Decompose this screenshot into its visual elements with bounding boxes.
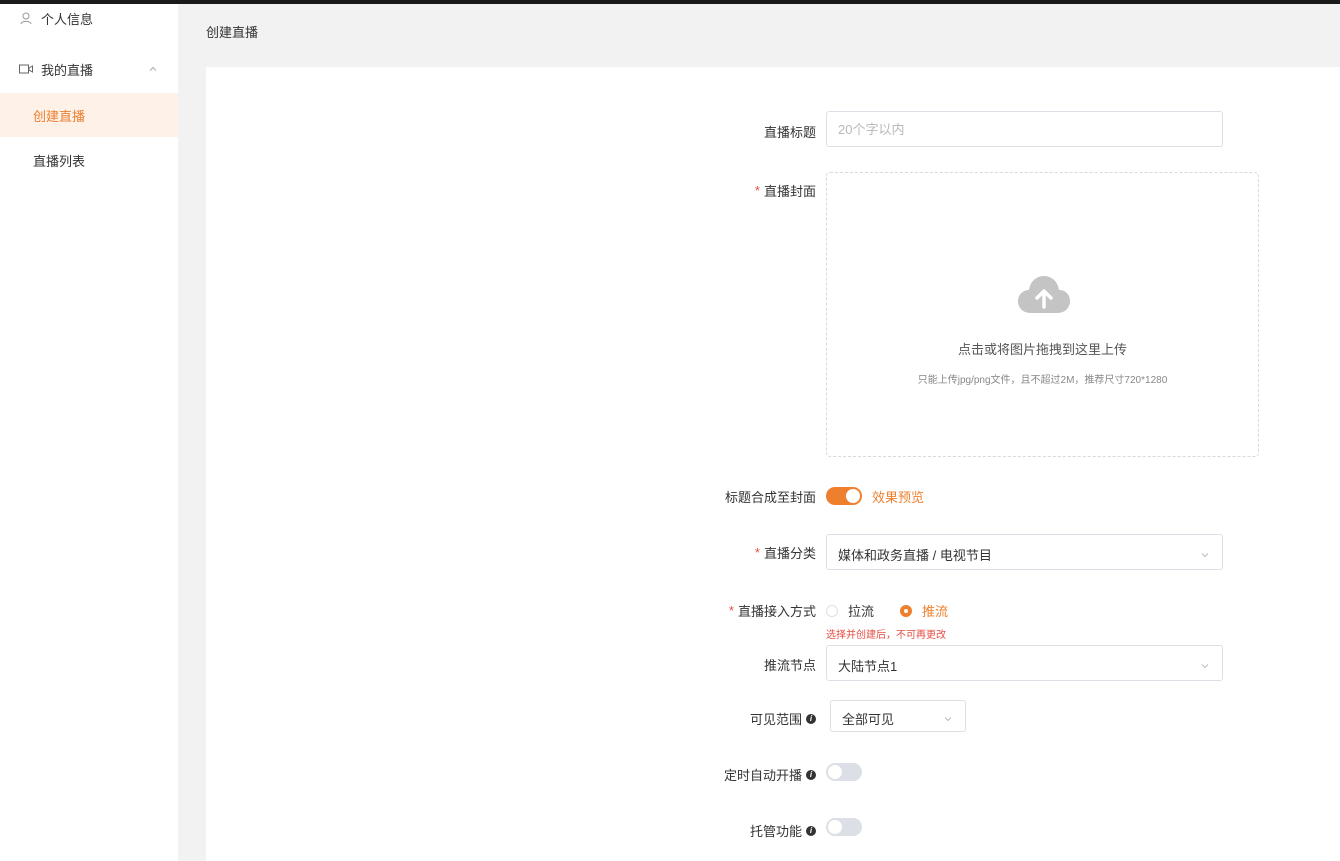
access-mode-label-text: 直播接入方式 [737, 604, 816, 619]
access-mode-hint: 选择并创建后，不可再更改 [826, 630, 946, 641]
title-merge-switch[interactable] [826, 487, 862, 505]
required-asterisk: * [754, 183, 760, 198]
visibility-select[interactable]: 全部可见 [830, 700, 966, 732]
category-select-value: 媒体和政务直播 / 电视节目 [838, 548, 992, 563]
chevron-down-icon [943, 712, 953, 722]
radio-push[interactable]: 推流 [900, 601, 948, 620]
upload-hint: 只能上传jpg/png文件，且不超过2M，推荐尺寸720*1280 [917, 375, 1168, 386]
sidebar-group-my-live[interactable]: 我的直播 [0, 47, 178, 91]
sidebar: 个人信息 我的直播 创建直播 直播列表 [0, 4, 178, 861]
cloud-upload-icon [1017, 273, 1071, 317]
info-icon[interactable]: i [806, 825, 816, 836]
cover-upload-area[interactable]: 点击或将图片拖拽到这里上传 只能上传jpg/png文件，且不超过2M，推荐尺寸7… [826, 172, 1259, 457]
title-label: 直播标题 [764, 122, 816, 141]
upload-text: 点击或将图片拖拽到这里上传 [957, 342, 1127, 357]
info-icon[interactable]: i [806, 769, 816, 780]
sidebar-item-create-live[interactable]: 创建直播 [0, 93, 178, 137]
push-node-label-text: 推流节点 [763, 658, 816, 673]
hosting-label-text: 托管功能 [749, 824, 802, 839]
sidebar-item-label: 个人信息 [41, 11, 94, 27]
cover-label-text: 直播封面 [763, 184, 816, 199]
visibility-label-text: 可见范围 [749, 712, 802, 727]
scheduled-start-switch[interactable] [826, 763, 862, 781]
sidebar-item-label: 创建直播 [33, 108, 86, 124]
category-label: * 直播分类 [755, 543, 816, 562]
hosting-switch[interactable] [826, 818, 862, 836]
preview-link[interactable]: 效果预览 [872, 487, 924, 506]
title-merge-label: 标题合成至封面 [725, 487, 816, 506]
visibility-select-value: 全部可见 [842, 712, 895, 727]
main-content: 创建直播 直播标题 * 直播封面 点击或将图片拖拽到这里上传 只能上传jpg/p… [178, 4, 1340, 861]
required-asterisk: * [754, 545, 760, 560]
sidebar-item-live-list[interactable]: 直播列表 [0, 138, 178, 182]
title-label-text: 直播标题 [763, 125, 816, 140]
push-node-select-value: 大陆节点1 [838, 659, 898, 674]
page-title: 创建直播 [206, 25, 259, 40]
radio-circle [900, 604, 912, 617]
switch-knob [828, 820, 842, 834]
sidebar-item-label: 直播列表 [33, 153, 86, 169]
chevron-down-icon [1200, 659, 1210, 669]
sidebar-item-label: 我的直播 [41, 62, 94, 78]
push-node-label: 推流节点 [764, 655, 816, 674]
user-icon [19, 11, 33, 25]
switch-knob [846, 489, 860, 503]
title-merge-label-text: 标题合成至封面 [724, 490, 816, 505]
visibility-label: 可见范围 i [750, 709, 816, 728]
radio-label: 推流 [922, 604, 949, 619]
push-node-select[interactable]: 大陆节点1 [826, 645, 1223, 681]
sidebar-item-profile[interactable]: 个人信息 [0, 0, 178, 40]
cover-label: * 直播封面 [755, 181, 816, 200]
category-select[interactable]: 媒体和政务直播 / 电视节目 [826, 534, 1223, 570]
create-live-form: 直播标题 * 直播封面 点击或将图片拖拽到这里上传 只能上传jpg/png文件，… [206, 67, 1340, 861]
switch-knob [828, 765, 842, 779]
radio-label: 拉流 [848, 604, 875, 619]
video-camera-icon [19, 62, 33, 76]
title-input-wrapper [826, 111, 1223, 147]
hosting-label: 托管功能 i [750, 821, 816, 840]
radio-circle [826, 604, 838, 617]
access-mode-label: * 直播接入方式 [729, 601, 816, 620]
title-input[interactable] [827, 112, 1222, 146]
chevron-down-icon [1200, 548, 1210, 558]
radio-pull[interactable]: 拉流 [826, 601, 874, 620]
scheduled-start-label-text: 定时自动开播 [723, 768, 802, 783]
chevron-up-icon[interactable] [148, 62, 158, 72]
required-asterisk: * [728, 603, 734, 618]
scheduled-start-label: 定时自动开播 i [724, 765, 816, 784]
category-label-text: 直播分类 [763, 546, 816, 561]
info-icon[interactable]: i [806, 713, 816, 724]
